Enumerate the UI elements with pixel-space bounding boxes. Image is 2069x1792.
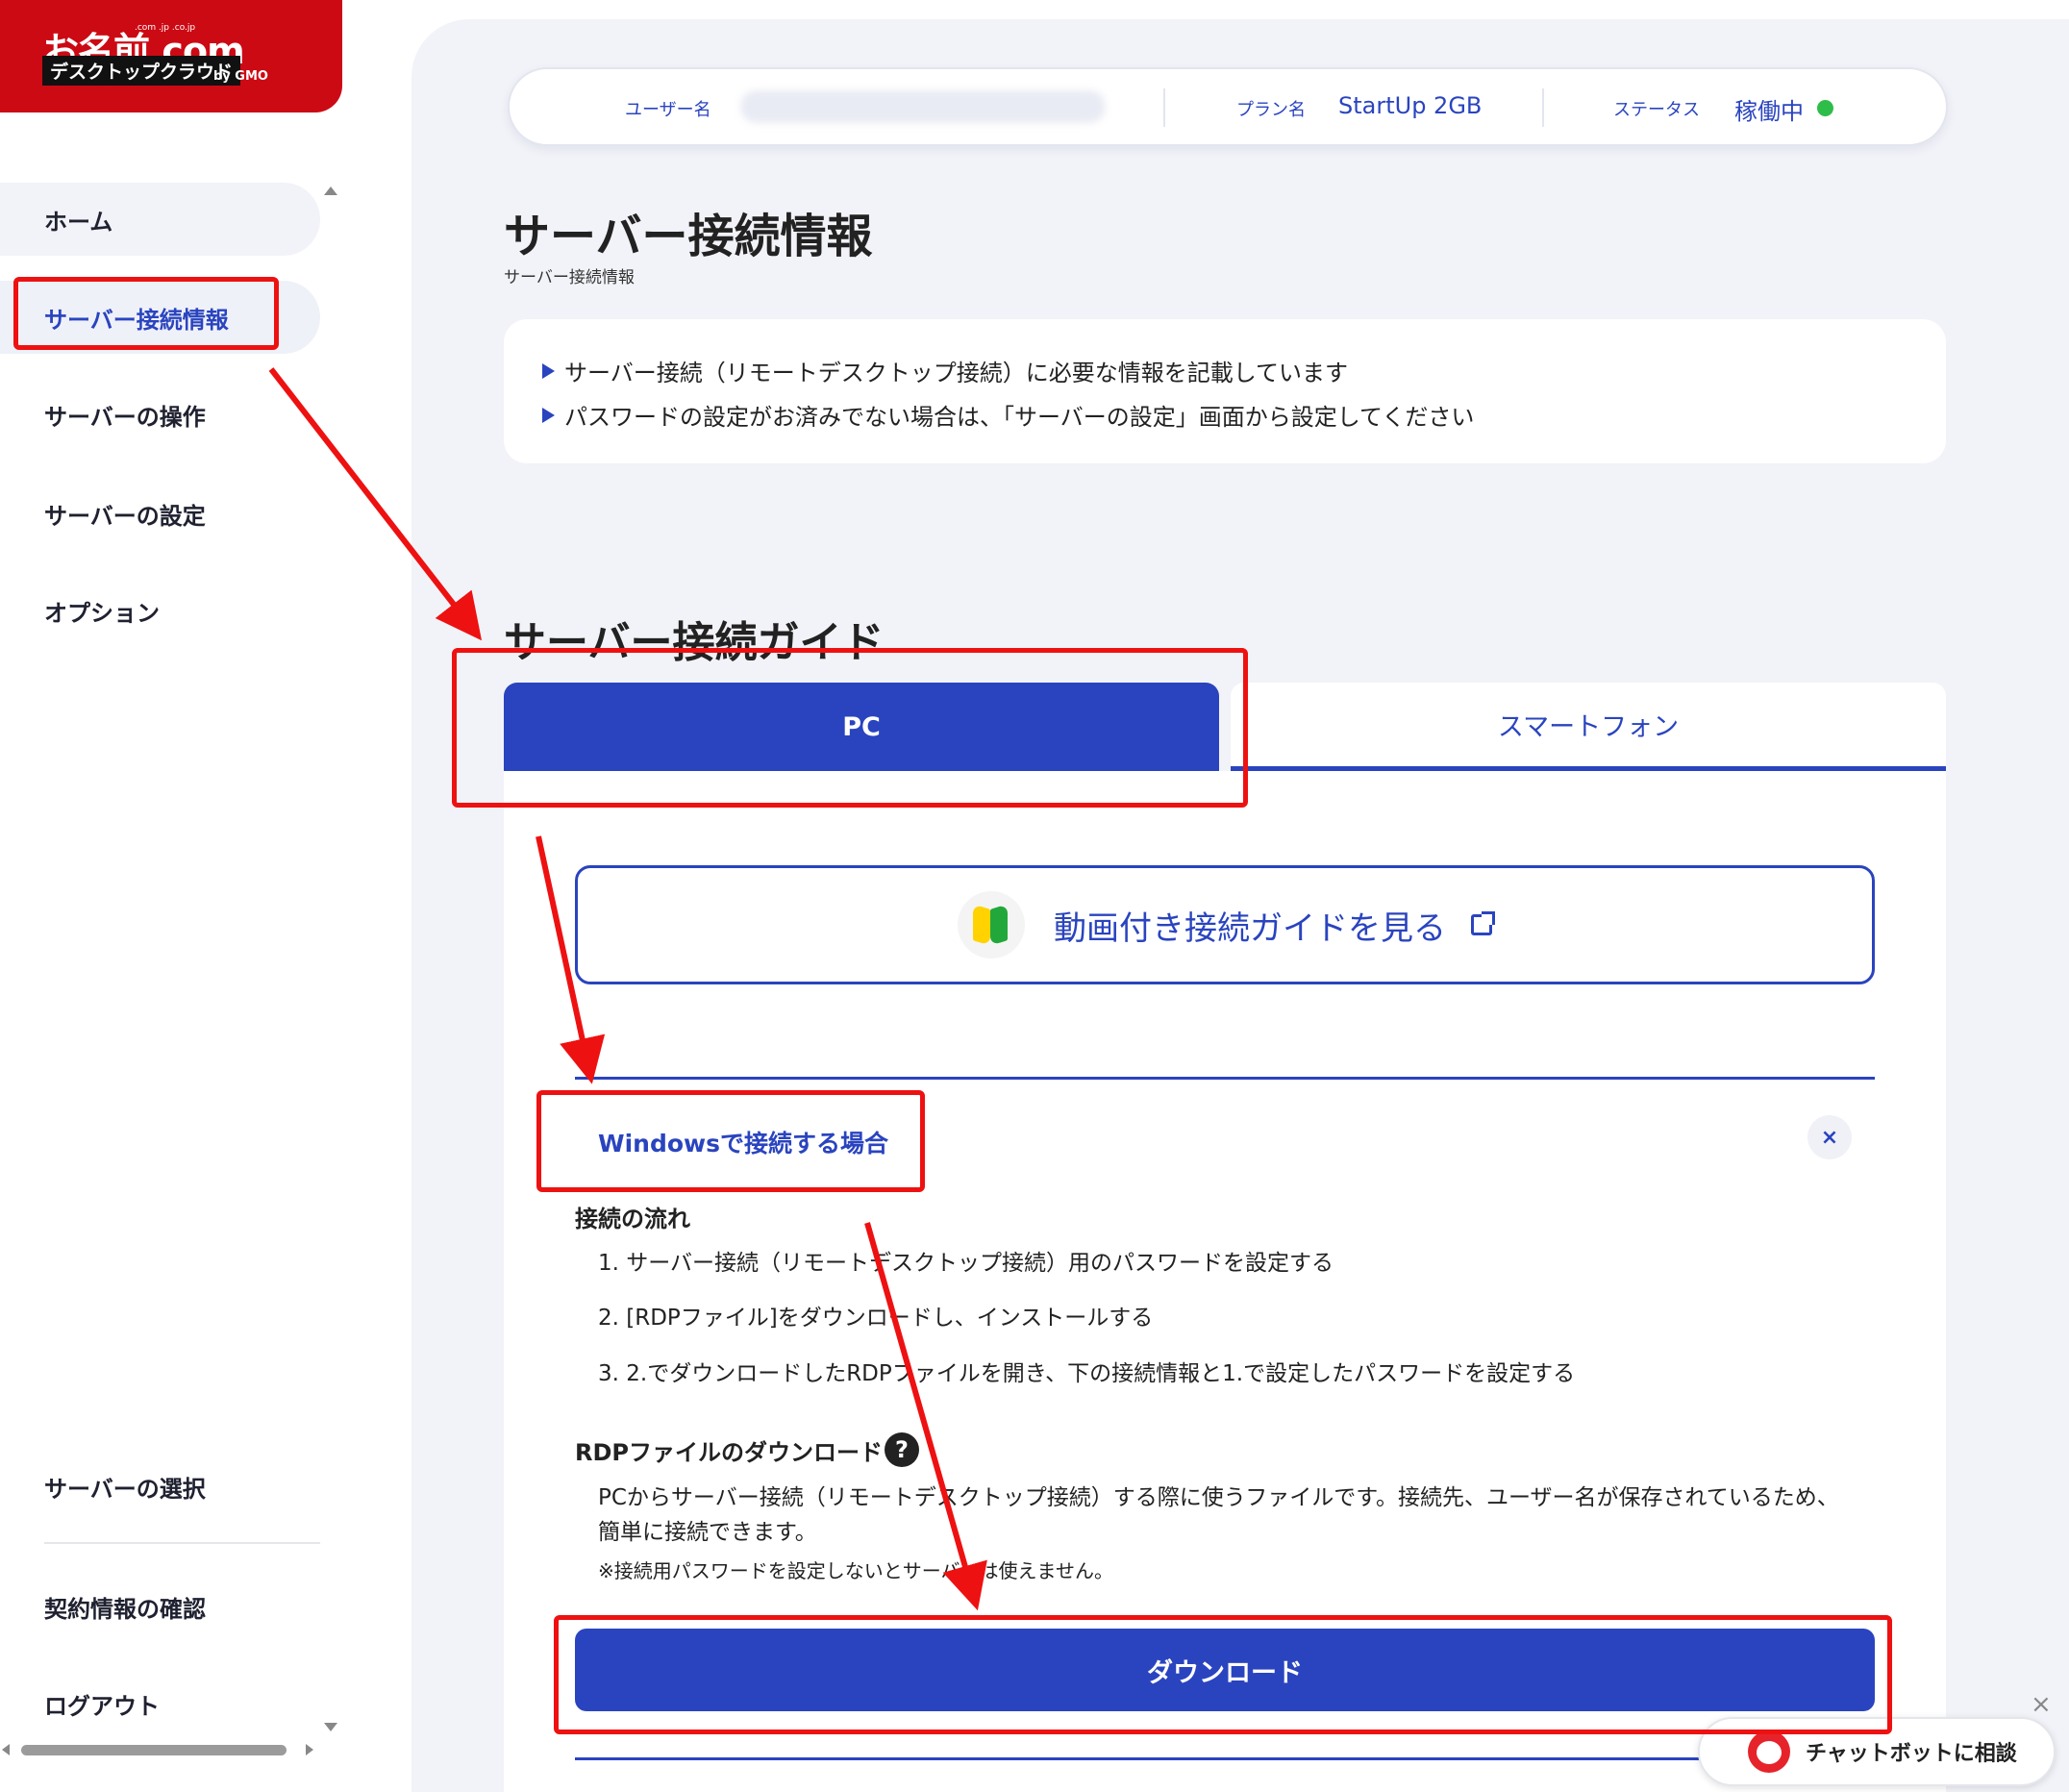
annotation-arrow: [536, 835, 606, 1084]
annotation-arrows: [268, 367, 987, 1611]
annotation-arrow: [864, 1222, 987, 1611]
annotation-arrow: [268, 367, 483, 641]
